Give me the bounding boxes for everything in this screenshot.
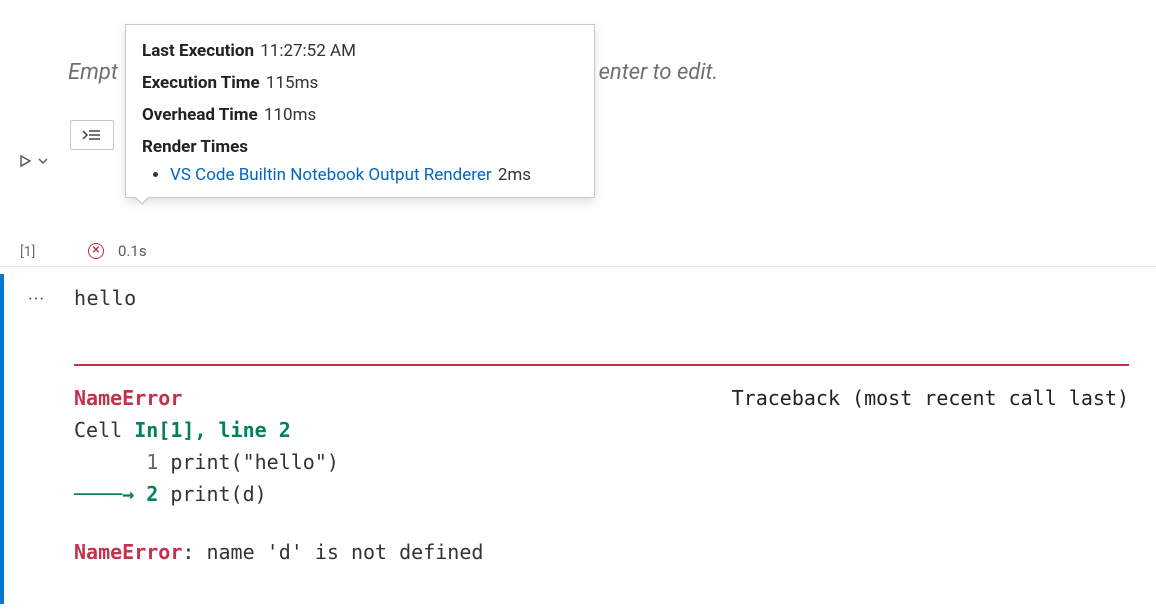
traceback-header: Traceback (most recent call last) [732,382,1129,414]
cell-output: hello NameError Traceback (most recent c… [74,286,1136,568]
error-divider [74,364,1129,366]
execution-duration[interactable]: 0.1s [118,242,147,260]
markdown-placeholder-right: enter to edit. [599,60,719,85]
tooltip-last-exec: Last Execution 11:27:52 AM [142,35,578,67]
error-name: NameError [74,382,182,414]
cell-focus-indicator [0,274,4,604]
markdown-placeholder-left: Empt [68,60,118,85]
error-status-icon: ✕ [88,243,104,259]
execution-tooltip: Last Execution 11:27:52 AM Execution Tim… [125,24,595,198]
traceback-final: NameError: name 'd' is not defined [74,536,1136,568]
run-cell-button[interactable] [18,154,32,172]
goto-icon [82,128,102,142]
output-more-actions[interactable]: ··· [28,289,45,310]
traceback-cell-ref: Cell In[1], line 2 [74,414,1136,446]
traceback-block: NameError Traceback (most recent call la… [74,382,1136,568]
execution-count: [1] [20,244,35,260]
stdout-line: hello [74,286,1136,310]
goto-cell-button[interactable] [70,120,114,150]
traceback-line-1: 1 print("hello") [74,446,1136,478]
tooltip-overhead-time: Overhead Time 110ms [142,99,578,131]
tooltip-render-times-label: Render Times [142,131,578,163]
run-dropdown-chevron[interactable] [36,154,50,172]
tooltip-exec-time: Execution Time 115ms [142,67,578,99]
traceback-line-2: ────→ 2 print(d) [74,478,1136,510]
tooltip-renderer-item: VS Code Builtin Notebook Output Renderer… [170,165,578,185]
renderer-link[interactable]: VS Code Builtin Notebook Output Renderer [170,165,492,185]
